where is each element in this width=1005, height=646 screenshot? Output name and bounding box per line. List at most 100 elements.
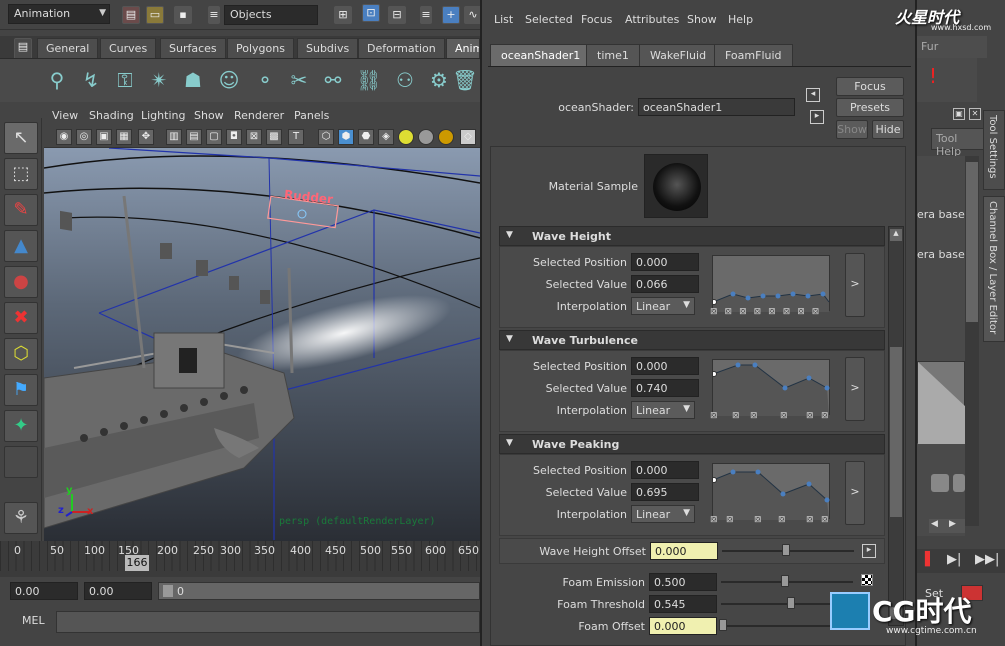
camera-attr-icon[interactable]: ◎ [76,129,92,145]
menu-set-dropdown[interactable]: Animation ▼ [8,4,110,24]
save-scene-icon[interactable]: ▪ [174,6,192,24]
paint-select-icon[interactable]: ✎ [4,194,38,226]
expand-ramp-button[interactable]: > [845,461,865,525]
menu-renderer[interactable]: Renderer [234,109,284,122]
bind-skin-icon[interactable]: ⚯ [318,64,348,96]
trash-icon[interactable]: 🗑 [452,64,478,96]
scale-tool-icon[interactable]: ✖ [4,302,38,334]
foam-emission-field[interactable]: 0.500 [649,573,717,591]
ae-scrollbar[interactable]: ▲ ▼ [888,226,904,626]
wave-height-position-field[interactable]: 0.000 [631,253,699,271]
wave-peaking-value-field[interactable]: 0.695 [631,483,699,501]
stop-icon[interactable]: ▌ [925,552,935,567]
wave-peaking-position-field[interactable]: 0.000 [631,461,699,479]
lattice-icon[interactable]: ⚙ [424,64,454,96]
wave-height-value-field[interactable]: 0.066 [631,275,699,293]
selection-mask-dropdown[interactable]: Objects [224,5,318,25]
tab-oceanshader1[interactable]: oceanShader1 [490,44,592,66]
layout-icon[interactable]: ⚘ [4,502,38,534]
high-quality-icon[interactable] [438,129,454,145]
image-plane-icon[interactable]: ▦ [116,129,132,145]
settings-scrollbar[interactable] [965,156,979,526]
map-checker-icon[interactable] [861,574,873,586]
tab-surfaces[interactable]: Surfaces [160,38,226,58]
tool-help-button[interactable]: Tool Help [931,128,985,158]
select-object-icon[interactable]: ⊡ [362,4,380,22]
tab-foamfluid[interactable]: FoamFluid [714,44,793,66]
slider-knob[interactable] [782,544,790,556]
scroll-thumb[interactable] [966,162,978,322]
manipulator-icon[interactable]: ⬡ [4,338,38,370]
focus-button[interactable]: Focus [836,77,904,96]
menu-shading[interactable]: Shading [89,109,134,122]
wave-height-ramp-graph[interactable] [711,255,830,312]
menu-lighting[interactable]: Lighting [141,109,185,122]
slider-knob[interactable] [781,575,789,587]
paint-weights-icon[interactable]: ⛓ [354,64,384,96]
menu-view[interactable]: View [52,109,78,122]
snap-mode-icon[interactable]: ≡ [420,6,432,24]
set-key-icon[interactable]: ⚲ [42,64,72,96]
safe-title-icon[interactable]: T [288,129,304,145]
scroll-thumb[interactable] [890,347,902,517]
select-tool-icon[interactable]: ↖ [4,122,38,154]
wave-turbulence-ramp-graph[interactable] [711,359,830,416]
ae-menu-attributes[interactable]: Attributes [625,13,679,26]
tab-deformation[interactable]: Deformation [358,38,445,58]
wave-turbulence-value-field[interactable]: 0.740 [631,379,699,397]
motion-path-icon[interactable]: ✴ [144,64,174,96]
range-bar[interactable]: 0 [158,582,480,600]
presets-button[interactable]: Presets [836,98,904,117]
shelf-tab-fur[interactable]: Fur [917,36,987,58]
grid-icon[interactable]: ▥ [166,129,182,145]
show-button[interactable]: Show [836,120,868,139]
rotate-tool-icon[interactable]: ● [4,266,38,298]
map-button-icon[interactable]: ▸ [862,544,876,558]
open-scene-icon[interactable]: ▭ [146,6,164,24]
lasso-tool-icon[interactable]: ⬚ [4,158,38,190]
key-tangent-icon[interactable]: ⚿ [110,64,140,96]
tab-general[interactable]: General [37,38,99,58]
isolate-select-icon[interactable]: ◇ [460,129,476,145]
ik-spline-icon[interactable]: ✂ [284,64,314,96]
film-gate-icon[interactable]: ▤ [186,129,202,145]
field-chart-icon[interactable]: ⊠ [246,129,262,145]
move-tool-icon[interactable]: ▲ [4,230,38,262]
gate-mask-icon[interactable]: ◘ [226,129,242,145]
joint-tool-icon[interactable]: ⚬ [250,64,280,96]
ae-menu-selected[interactable]: Selected [525,13,573,26]
ae-menu-focus[interactable]: Focus [581,13,612,26]
wireframe-icon[interactable]: ⬡ [318,129,334,145]
playback-start-field[interactable]: 0.00 [84,582,152,600]
expand-ramp-button[interactable]: > [845,357,865,421]
shader-name-field[interactable]: oceanShader1 [638,98,795,116]
select-hierarchy-icon[interactable]: ⊞ [334,6,352,24]
foam-offset-field[interactable]: 0.000 [649,617,717,635]
swatch-button-1[interactable] [931,474,949,492]
camera-icon[interactable]: ◉ [56,129,72,145]
ae-menu-show[interactable]: Show [687,13,717,26]
ramp-key-markers[interactable]: ⊠⊠⊠⊠⊠⊠⊠⊠ [710,307,832,317]
wave-peaking-interpolation-select[interactable]: Linear ▼ [631,505,695,523]
new-scene-icon[interactable]: ▤ [122,6,140,24]
alert-icon[interactable]: ! [929,64,937,88]
resolution-gate-icon[interactable]: ▢ [206,129,222,145]
section-wave-turbulence[interactable]: ▼ Wave Turbulence [499,330,885,350]
ramp-key-markers[interactable]: ⊠ ⊠ ⊠ ⊠ ⊠ ⊠ [710,411,832,421]
tab-polygons[interactable]: Polygons [227,38,294,58]
tab-subdivs[interactable]: Subdivs [297,38,359,58]
menu-panels[interactable]: Panels [294,109,329,122]
use-lights-icon[interactable] [398,129,414,145]
safe-action-icon[interactable]: ▩ [266,129,282,145]
section-wave-height[interactable]: ▼ Wave Height [499,226,885,246]
output-connection-icon[interactable]: ▸ [810,110,824,124]
shadows-icon[interactable] [418,129,434,145]
scroll-left-icon[interactable]: ◀ [931,519,938,529]
wave-height-interpolation-select[interactable]: Linear ▼ [631,297,695,315]
scroll-right-icon[interactable]: ▶ [949,519,956,529]
tab-animation[interactable]: Anim [446,38,480,58]
mel-input[interactable] [56,611,480,633]
range-handle[interactable] [163,585,173,597]
foam-threshold-field[interactable]: 0.545 [649,595,717,613]
expand-ramp-button[interactable]: > [845,253,865,317]
